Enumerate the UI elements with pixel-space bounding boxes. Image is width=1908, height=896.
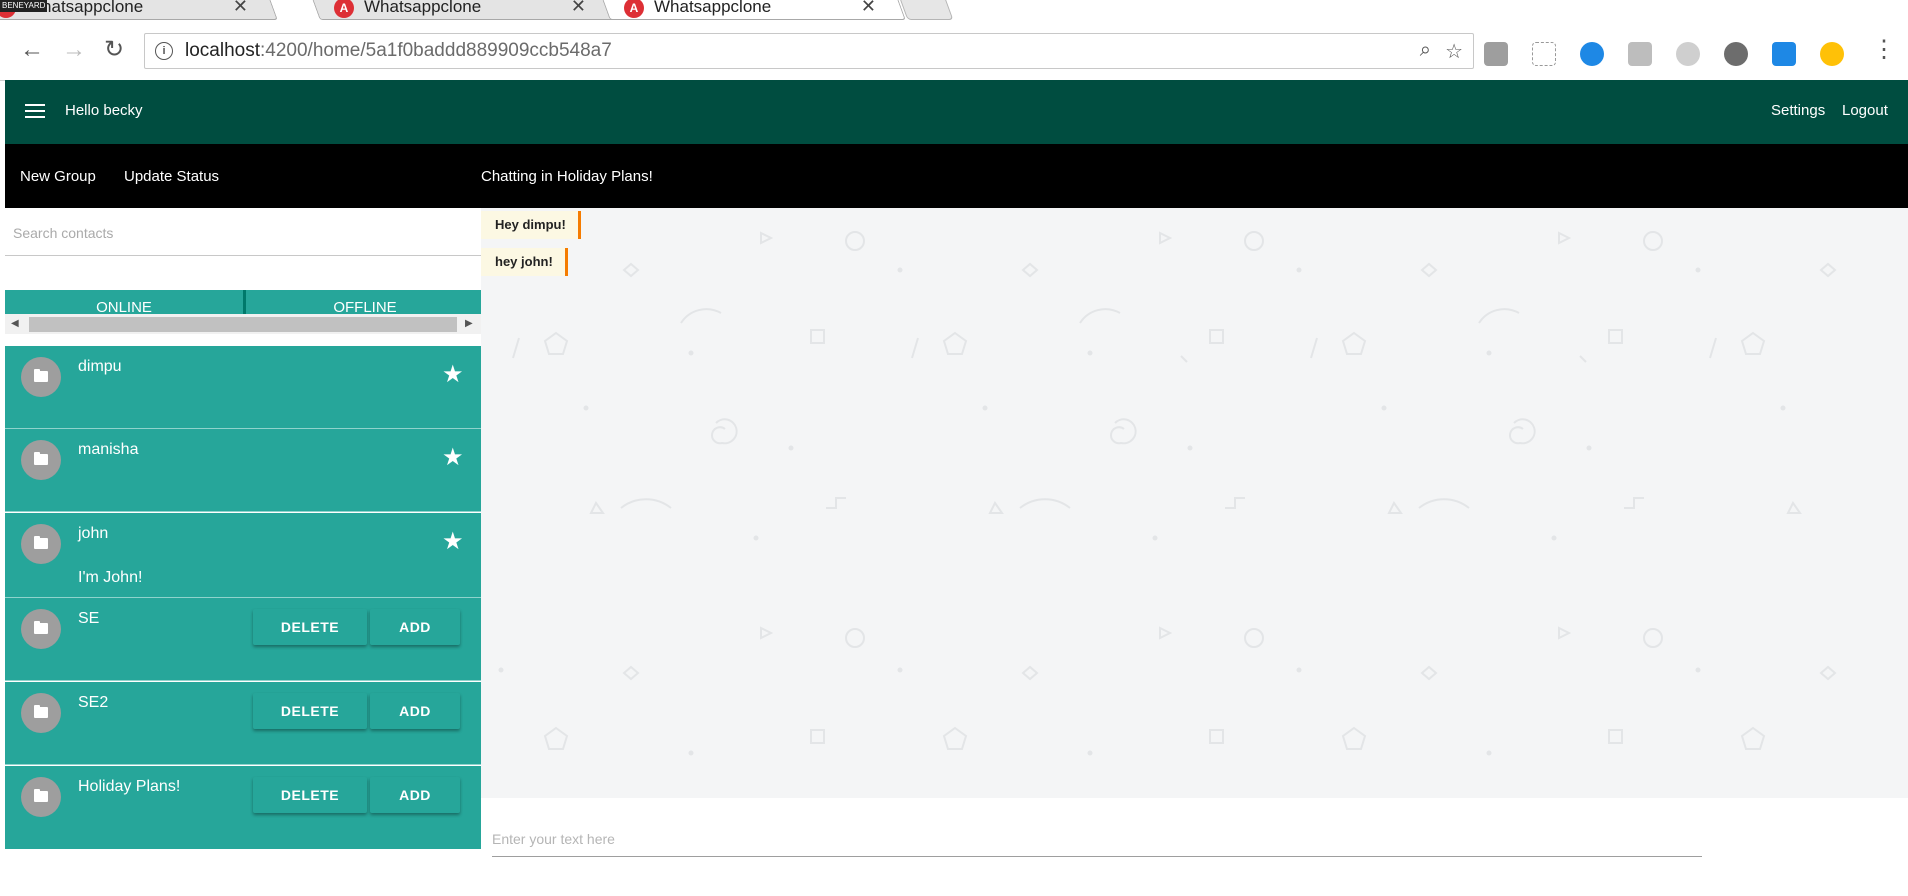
- url-text: localhost:4200/home/5a1f0baddd889909ccb5…: [185, 40, 612, 62]
- tab-online[interactable]: ONLINE: [5, 290, 243, 314]
- star-icon[interactable]: ★: [442, 527, 464, 556]
- info-icon[interactable]: i: [155, 42, 173, 60]
- zoom-icon[interactable]: ⌕: [1420, 39, 1431, 62]
- tab-title: Whatsappclone: [364, 0, 482, 16]
- app-header: Hello becky Settings Logout: [5, 80, 1908, 144]
- delete-button[interactable]: DELETE: [253, 693, 367, 729]
- avatar: [21, 693, 61, 733]
- star-icon[interactable]: ★: [442, 443, 464, 472]
- contact-item-manisha[interactable]: manisha ★: [5, 429, 481, 512]
- hamburger-menu-icon[interactable]: [25, 104, 45, 120]
- extension-expand-icon[interactable]: [1772, 42, 1796, 66]
- browser-menu-icon[interactable]: ⋮: [1872, 38, 1896, 62]
- folder-icon: [34, 705, 48, 718]
- chat-messages-area: Hey dimpu! hey john!: [481, 208, 1908, 798]
- greeting: Hello becky: [65, 102, 143, 119]
- add-button[interactable]: ADD: [370, 777, 460, 813]
- group-name: SE: [78, 610, 100, 627]
- browser-tab-2[interactable]: A Whatsappclone ✕: [308, 0, 616, 20]
- folder-icon: [34, 789, 48, 802]
- browser-tab-strip: A Whatsappclone ✕ A Whatsappclone ✕ A Wh…: [0, 0, 1908, 20]
- message-input-area: [481, 798, 1908, 896]
- tab-title: Whatsappclone: [654, 0, 772, 16]
- extension-eye-icon[interactable]: [1580, 42, 1604, 66]
- message-input[interactable]: [492, 822, 1702, 857]
- chat-background-pattern: [498, 231, 1837, 756]
- browser-toolbar: ← → ↻ i localhost:4200/home/5a1f0baddd88…: [0, 20, 1908, 81]
- update-status-button[interactable]: Update Status: [124, 168, 219, 185]
- folder-icon: [34, 369, 48, 382]
- extension-shield-icon[interactable]: [1676, 42, 1700, 66]
- group-item-se2[interactable]: SE2 DELETE ADD: [5, 682, 481, 765]
- extension-moon-icon[interactable]: [1820, 42, 1844, 66]
- avatar: [21, 357, 61, 397]
- logout-link[interactable]: Logout: [1842, 102, 1888, 119]
- forward-icon[interactable]: →: [62, 38, 86, 62]
- avatar: [21, 524, 61, 564]
- settings-link[interactable]: Settings: [1771, 102, 1825, 119]
- close-icon[interactable]: ✕: [861, 0, 876, 17]
- group-item-se[interactable]: SE DELETE ADD: [5, 598, 481, 681]
- new-group-button[interactable]: New Group: [20, 168, 96, 185]
- scroll-right-arrow-icon[interactable]: ▶: [465, 318, 473, 329]
- folder-icon: [34, 452, 48, 465]
- contacts-panel: ONLINE OFFLINE ◀ ▶ dimpu ★ manisha ★ joh…: [5, 208, 481, 858]
- folder-icon: [34, 621, 48, 634]
- contact-name: manisha: [78, 441, 139, 458]
- chat-title: Chatting in Holiday Plans!: [481, 168, 653, 185]
- reload-icon[interactable]: ↻: [104, 38, 124, 62]
- horizontal-scrollbar[interactable]: ◀ ▶: [5, 314, 481, 334]
- group-name: SE2: [78, 694, 109, 711]
- url-path: :4200/home/5a1f0baddd889909ccb548a7: [260, 40, 612, 61]
- avatar: [21, 609, 61, 649]
- message-bubble: hey john!: [481, 248, 568, 276]
- contact-item-dimpu[interactable]: dimpu ★: [5, 346, 481, 429]
- extension-p-icon[interactable]: [1532, 42, 1556, 66]
- contact-status: I'm John!: [78, 569, 143, 586]
- address-bar[interactable]: i localhost:4200/home/5a1f0baddd889909cc…: [144, 33, 1474, 69]
- avatar: [21, 777, 61, 817]
- search-contacts-input[interactable]: [5, 210, 481, 256]
- bookmark-star-icon[interactable]: ☆: [1445, 39, 1463, 64]
- folder-icon: [34, 536, 48, 549]
- contact-name: john: [78, 525, 109, 542]
- contact-tabs: ONLINE OFFLINE: [5, 290, 481, 314]
- contact-item-john[interactable]: john I'm John! ★: [5, 513, 481, 598]
- browser-tab-active[interactable]: A Whatsappclone ✕: [598, 0, 906, 20]
- group-item-holiday-plans[interactable]: Holiday Plans! DELETE ADD: [5, 766, 481, 849]
- close-icon[interactable]: ✕: [571, 0, 586, 17]
- close-icon[interactable]: ✕: [233, 0, 248, 17]
- delete-button[interactable]: DELETE: [253, 609, 367, 645]
- action-bar: New Group Update Status Chatting in Holi…: [5, 144, 1908, 208]
- extension-dropbox-icon[interactable]: [1628, 42, 1652, 66]
- url-host: localhost: [185, 40, 260, 61]
- group-name: Holiday Plans!: [78, 778, 181, 795]
- delete-button[interactable]: DELETE: [253, 777, 367, 813]
- add-button[interactable]: ADD: [370, 693, 460, 729]
- avatar: [21, 440, 61, 480]
- back-icon[interactable]: ←: [20, 38, 44, 62]
- tab-offline[interactable]: OFFLINE: [246, 290, 481, 314]
- watermark: BENEYARD: [0, 0, 48, 12]
- star-icon[interactable]: ★: [442, 360, 464, 389]
- extension-k-icon[interactable]: [1484, 42, 1508, 66]
- contact-name: dimpu: [78, 358, 122, 375]
- message-bubble: Hey dimpu!: [481, 211, 581, 239]
- scrollbar-thumb[interactable]: [29, 317, 457, 332]
- extension-bug-icon[interactable]: [1724, 42, 1748, 66]
- add-button[interactable]: ADD: [370, 609, 460, 645]
- scroll-left-arrow-icon[interactable]: ◀: [11, 318, 19, 329]
